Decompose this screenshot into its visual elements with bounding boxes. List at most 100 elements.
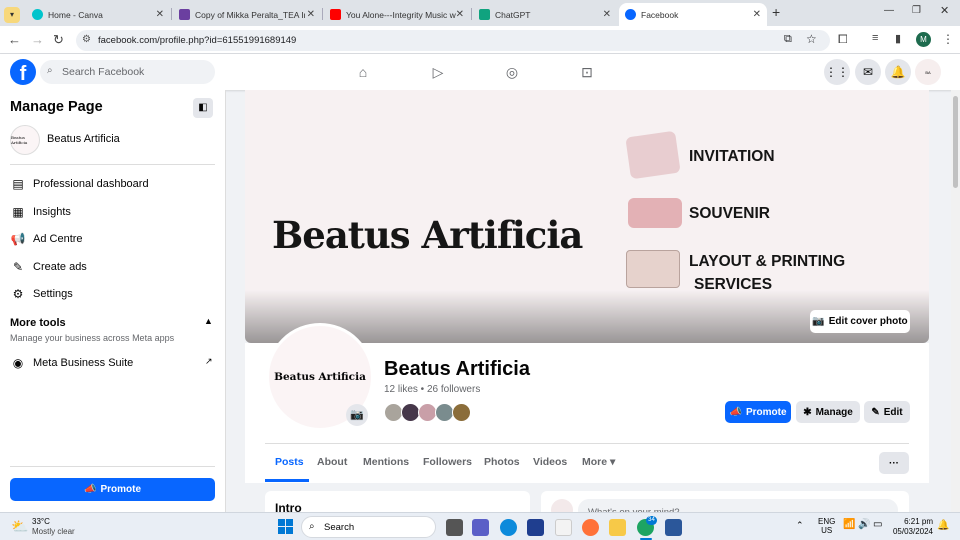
close-icon[interactable]: ✕ [603, 9, 611, 20]
collapse-sidebar-icon[interactable]: ◧ [193, 98, 213, 118]
sidebar-promote-button[interactable]: 📣 Promote [10, 478, 215, 501]
edit-button[interactable]: ✎ Edit [864, 401, 910, 423]
browser-tab-active[interactable]: Facebook ✕ [619, 3, 767, 26]
chevron-down-icon: ▾ [610, 456, 616, 468]
promote-button[interactable]: 📣 Promote [725, 401, 791, 423]
url-text: facebook.com/profile.php?id=615519916891… [98, 35, 297, 46]
messenger-icon[interactable]: ✉ [855, 59, 881, 85]
close-window-button[interactable]: ✕ [940, 4, 949, 17]
megaphone-icon: 📣 [83, 484, 97, 495]
notifications-bell-icon[interactable]: 🔔 [937, 520, 949, 531]
sidebar-item-insights[interactable]: ▦ Insights [10, 204, 71, 220]
sidebar-item-meta-business-suite[interactable]: ◉ Meta Business Suite [10, 355, 134, 371]
language-indicator[interactable]: ENG US [818, 517, 835, 535]
divider [10, 466, 215, 467]
sidebar-item-ad-centre[interactable]: 📢 Ad Centre [10, 231, 83, 247]
close-icon[interactable]: ✕ [156, 9, 164, 20]
sidebar-item-create-ads[interactable]: ✎ Create ads [10, 259, 87, 275]
store-icon[interactable] [527, 519, 544, 536]
chevron-up-icon[interactable]: ▲ [204, 316, 213, 326]
tab-about[interactable]: About [317, 456, 347, 468]
volume-icon[interactable]: 🔊 [858, 519, 870, 530]
chevron-up-icon[interactable]: ⌃ [796, 520, 804, 531]
browser-tab[interactable]: ChatGPT ✕ [473, 3, 617, 26]
taskbar-search[interactable]: ⌕ Search [301, 516, 436, 538]
more-options-button[interactable]: ··· [879, 452, 909, 474]
sidebar-title: Manage Page [10, 99, 103, 115]
task-view-icon[interactable] [446, 519, 463, 536]
clock-time[interactable]: 6:21 pm [899, 517, 933, 526]
edit-cover-photo-button[interactable]: 📷 Edit cover photo [810, 310, 910, 333]
scrollbar-thumb[interactable] [953, 96, 958, 188]
sidebar-item-label: Ad Centre [33, 233, 83, 245]
tab-title: Facebook [641, 9, 679, 20]
maximize-button[interactable]: ❐ [912, 5, 921, 16]
battery-icon[interactable]: ▭ [873, 519, 882, 530]
home-icon[interactable]: ⌂ [354, 63, 372, 81]
install-icon[interactable]: ⧉ [784, 33, 792, 46]
windows-start-icon[interactable] [278, 519, 293, 534]
external-link-icon[interactable]: ↗ [205, 356, 213, 367]
browser-tab[interactable]: You Alone---Integrity Music wi ✕ [324, 3, 470, 26]
tab-more[interactable]: More ▾ [582, 456, 615, 468]
close-icon[interactable]: ✕ [456, 9, 464, 20]
composer-card: What's on your mind? [541, 491, 909, 512]
sidebar-item-professional-dashboard[interactable]: ▤ Professional dashboard [10, 176, 148, 192]
manage-page-sidebar: Manage Page ◧ Beatus Artificia Beatus Ar… [0, 90, 226, 512]
search-icon: ⌕ [309, 521, 315, 532]
follower-avatars[interactable] [384, 403, 471, 422]
close-icon[interactable]: ✕ [753, 9, 761, 20]
forward-arrow-icon[interactable]: → [31, 32, 44, 47]
amazon-icon[interactable] [555, 519, 572, 536]
reload-icon[interactable]: ↻ [53, 32, 64, 48]
bookmark-star-icon[interactable]: ☆ [806, 32, 817, 46]
tab-followers[interactable]: Followers [423, 456, 472, 468]
browser-tab[interactable]: Copy of Mikka Peralta_TEA Inte ✕ [173, 3, 321, 26]
chrome-badge: 34 [646, 516, 657, 525]
weather-temp[interactable]: 33°C [32, 517, 50, 526]
file-explorer-icon[interactable] [609, 519, 626, 536]
video-icon[interactable]: ▷ [429, 63, 447, 81]
reading-list-icon[interactable]: ≡ [872, 32, 878, 44]
manage-button[interactable]: ✱ Manage [796, 401, 860, 423]
browser-tab[interactable]: Home - Canva ✕ [26, 3, 170, 26]
tab-videos[interactable]: Videos [533, 456, 567, 468]
side-panel-icon[interactable]: ▮ [895, 32, 901, 45]
account-avatar[interactable]: BA [915, 59, 941, 85]
site-info-icon[interactable]: ⚙ [82, 34, 91, 45]
edge-icon[interactable] [500, 519, 517, 536]
sidebar-item-settings[interactable]: ⚙ Settings [10, 286, 73, 302]
page-avatar[interactable]: Beatus Artificia [10, 125, 40, 155]
camera-icon[interactable]: 📷 [346, 404, 368, 426]
gaming-icon[interactable]: ⊡ [578, 63, 596, 81]
minimize-button[interactable]: — [884, 5, 894, 16]
page-name[interactable]: Beatus Artificia [47, 133, 120, 145]
profile-avatar[interactable]: M [916, 32, 931, 47]
avatar [452, 403, 471, 422]
search-input[interactable]: ⌕ Search Facebook [40, 60, 215, 84]
tab-photos[interactable]: Photos [484, 456, 520, 468]
scrollbar[interactable] [951, 90, 960, 512]
address-bar[interactable]: ⚙ facebook.com/profile.php?id=6155199168… [76, 30, 830, 51]
wifi-icon[interactable]: 📶 [843, 519, 855, 530]
composer-input[interactable]: What's on your mind? [578, 499, 898, 512]
tab-search-menu[interactable]: ▾ [4, 3, 24, 26]
more-vert-icon[interactable]: ⋮ [942, 32, 954, 46]
menu-grid-icon[interactable]: ⋮⋮ [824, 59, 850, 85]
page-stats[interactable]: 12 likes • 26 followers [384, 384, 480, 395]
new-tab-button[interactable]: + [772, 4, 780, 20]
tab-mentions[interactable]: Mentions [363, 456, 409, 468]
word-icon[interactable] [665, 519, 682, 536]
teams-icon[interactable] [472, 519, 489, 536]
windows-taskbar: ⛅ 33°C Mostly clear ⌕ Search 34 ⌃ ENG US… [0, 512, 960, 540]
clock-date[interactable]: 05/03/2024 [889, 527, 933, 536]
extensions-icon[interactable]: ⧠ [838, 32, 848, 47]
back-arrow-icon[interactable]: ← [8, 32, 21, 47]
facebook-logo[interactable]: f [10, 59, 36, 85]
weather-icon[interactable]: ⛅ [11, 518, 28, 535]
close-icon[interactable]: ✕ [307, 9, 315, 20]
groups-icon[interactable]: ◎ [503, 63, 521, 81]
firefox-icon[interactable] [582, 519, 599, 536]
tab-posts[interactable]: Posts [275, 456, 304, 468]
notifications-bell-icon[interactable]: 🔔 [885, 59, 911, 85]
